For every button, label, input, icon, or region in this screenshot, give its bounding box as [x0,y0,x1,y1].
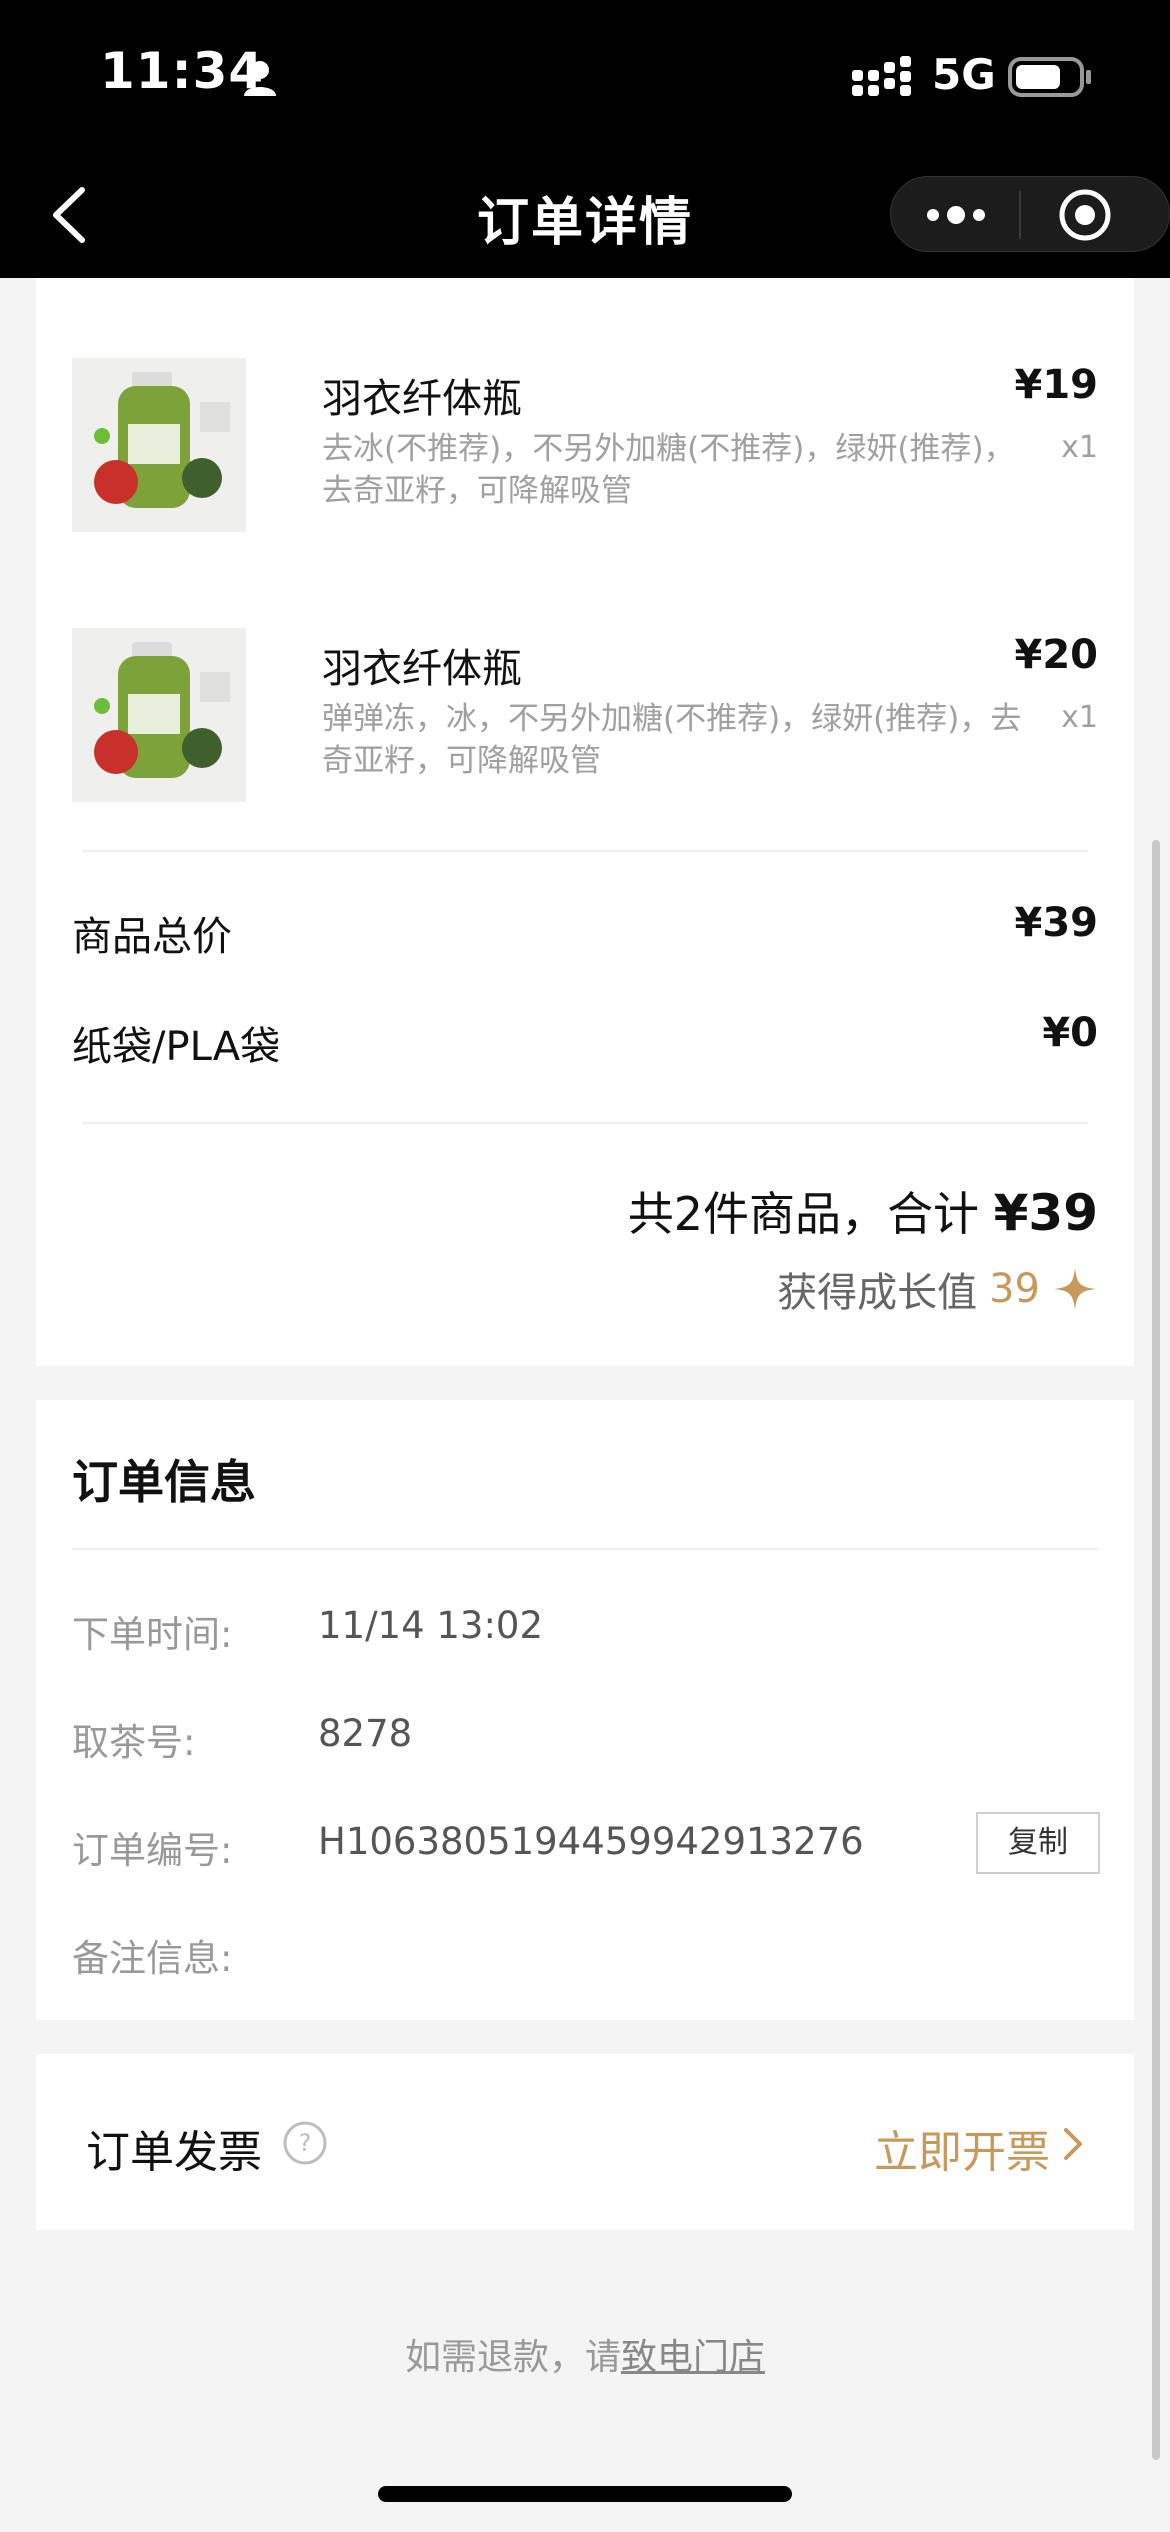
order-info-title: 订单信息 [72,1455,256,1509]
item-count-text: 共2件商品，合计 [627,1187,994,1241]
item-options: 弹弹冻，冰，不另外加糖(不推荐)，绿妍(推荐)，去奇亚籽，可降解吸管 [322,701,1022,779]
product-image [72,358,246,532]
network-type: 5G [932,50,996,99]
goods-total-label: 商品总价 [72,914,232,960]
chevron-right-icon[interactable] [1060,2126,1084,2162]
invoice-card[interactable]: 订单发票 ? 立即开票 [36,2054,1134,2230]
item-options: 去冰(不推荐)，不另外加糖(不推荐)，绿妍(推荐)，去奇亚籽，可降解吸管 [322,431,1015,509]
capsule-divider [1019,191,1021,239]
divider [72,1548,1098,1550]
refund-text: 如需退款，请 [404,2337,621,2378]
status-bar: 11:34 5G [0,0,1170,150]
sparkle-icon [1054,1268,1096,1310]
signal-icon [852,56,911,96]
item-name: 羽衣纤体瓶 [322,646,522,692]
item-price: ¥20 [1014,632,1099,678]
refund-note: 如需退款，请致电门店 [0,2328,1170,2380]
close-target-icon[interactable] [1057,187,1113,243]
product-image [72,628,246,802]
issue-invoice-link[interactable]: 立即开票 [874,2116,1050,2180]
juice-bottle-image [72,628,246,802]
copy-button[interactable]: 复制 [976,1812,1100,1874]
growth-label: 获得成长值 [777,1270,978,1316]
pickup-number-value: 8278 [318,1712,413,1755]
home-indicator[interactable] [378,2486,792,2502]
scrollbar[interactable] [1152,840,1160,2460]
bag-fee-value: ¥0 [1042,1010,1098,1056]
order-info-card: 订单信息 下单时间: 11/14 13:02 取茶号: 8278 订单编号: H… [36,1400,1134,2020]
item-name: 羽衣纤体瓶 [322,376,522,422]
order-item[interactable]: 羽衣纤体瓶 ¥20 弹弹冻，冰，不另外加糖(不推荐)，绿妍(推荐)，去奇亚籽，可… [72,628,1098,808]
person-icon [244,61,276,96]
growth-value: 39 [989,1266,1040,1312]
pickup-number-label: 取茶号: [72,1721,196,1764]
battery-icon [1008,57,1091,97]
divider [82,850,1088,852]
order-time-value: 11/14 13:02 [318,1604,544,1647]
order-time-label: 下单时间: [72,1613,233,1656]
call-store-link[interactable]: 致电门店 [621,2337,765,2378]
order-item[interactable]: 羽衣纤体瓶 ¥19 去冰(不推荐)，不另外加糖(不推荐)，绿妍(推荐)，去奇亚籽… [72,358,1098,538]
item-price: ¥19 [1014,362,1099,408]
divider [82,1122,1088,1124]
item-quantity: x1 [1061,700,1098,735]
order-items-card: 羽衣纤体瓶 ¥19 去冰(不推荐)，不另外加糖(不推荐)，绿妍(推荐)，去奇亚籽… [36,278,1134,1366]
goods-total-value: ¥39 [1014,900,1099,946]
juice-bottle-image [72,358,246,532]
total-amount: ¥39 [993,1184,1098,1242]
order-number-label: 订单编号: [72,1829,233,1872]
growth-points: 获得成长值 39 [777,1260,1098,1318]
help-icon[interactable]: ? [282,2120,328,2166]
item-quantity: x1 [1061,430,1098,465]
more-icon[interactable] [921,195,991,235]
order-total: 共2件商品，合计 ¥39 [628,1178,1098,1244]
nav-bar: 订单详情 [0,150,1170,278]
order-number-value: H1063805194459942913276 [318,1820,864,1863]
invoice-label: 订单发票 [86,2127,262,2178]
bag-fee-label: 纸袋/PLA袋 [72,1024,281,1070]
remark-label: 备注信息: [72,1937,233,1980]
mini-program-capsule [890,176,1170,252]
svg-text:?: ? [299,2129,312,2157]
